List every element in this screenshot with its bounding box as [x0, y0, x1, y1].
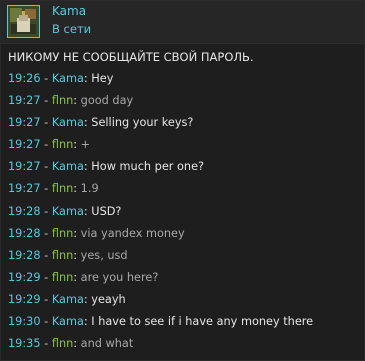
message-separator: - — [40, 160, 52, 174]
message-author[interactable]: Kama — [52, 293, 84, 306]
message-author[interactable]: Kama — [52, 160, 84, 173]
message-text: 1.9 — [80, 182, 99, 196]
message-author[interactable]: flnn — [52, 271, 73, 284]
message-time: 19:29 — [8, 270, 41, 284]
message-separator: - — [40, 116, 52, 130]
message-author[interactable]: flnn — [52, 182, 73, 195]
message-separator: - — [40, 337, 52, 351]
message-colon: : — [83, 292, 88, 306]
message-text: are you here? — [80, 270, 159, 284]
message-colon: : — [73, 270, 78, 284]
message-time: 19:27 — [8, 182, 41, 196]
message-colon: : — [83, 160, 88, 174]
chat-message: 19:30 - Kama: I have to see if i have an… — [8, 315, 360, 337]
message-separator: - — [40, 138, 52, 152]
message-text: good day — [80, 94, 134, 108]
message-author[interactable]: flnn — [52, 94, 73, 107]
chat-message: 19:28 - flnn: via yandex money — [8, 227, 360, 249]
chat-window: Kama В сети НИКОМУ НЕ СООБЩАЙТЕ СВОЙ ПАР… — [0, 0, 365, 361]
message-author[interactable]: flnn — [52, 138, 73, 151]
chat-message: 19:27 - Kama: Selling your keys? — [8, 116, 360, 138]
message-colon: : — [83, 204, 88, 218]
chat-message: 19:28 - flnn: yes, usd — [8, 249, 360, 271]
message-colon: : — [83, 315, 88, 329]
chat-message: 19:27 - Kama: How much per one? — [8, 160, 360, 182]
chat-message: 19:26 - Kama: Hey — [8, 72, 360, 94]
chat-header: Kama В сети — [1, 1, 364, 44]
message-colon: : — [73, 182, 78, 196]
chat-message: 19:28 - Kama: USD? — [8, 205, 360, 227]
message-list: 19:26 - Kama: Hey 19:27 - flnn: good day 1… — [8, 72, 360, 359]
message-colon: : — [73, 138, 78, 152]
message-author[interactable]: Kama — [52, 315, 84, 328]
message-text: I have to see if i have any money there — [91, 315, 314, 329]
message-separator: - — [40, 248, 52, 262]
message-separator: - — [40, 226, 52, 240]
message-time: 19:35 — [8, 337, 41, 351]
message-author[interactable]: Kama — [52, 116, 84, 129]
message-author[interactable]: flnn — [52, 227, 73, 240]
contact-name[interactable]: Kama — [52, 4, 86, 19]
message-time: 19:27 — [8, 94, 41, 108]
message-text: via yandex money — [80, 226, 185, 240]
message-time: 19:27 — [8, 138, 41, 152]
chat-message: 19:27 - flnn: 1.9 — [8, 182, 360, 204]
message-text: yeayh — [91, 292, 126, 306]
message-time: 19:28 — [8, 226, 41, 240]
message-author[interactable]: flnn — [52, 249, 73, 262]
message-author[interactable]: Kama — [52, 72, 84, 85]
message-separator: - — [40, 204, 52, 218]
message-time: 19:29 — [8, 292, 41, 306]
message-separator: - — [40, 292, 52, 306]
message-colon: : — [83, 72, 88, 85]
message-time: 19:26 — [8, 72, 41, 85]
message-time: 19:28 — [8, 204, 41, 218]
chat-message: 19:29 - Kama: yeayh — [8, 293, 360, 315]
message-text: USD? — [91, 204, 122, 218]
message-colon: : — [73, 337, 78, 351]
chat-message: 19:27 - flnn: + — [8, 138, 360, 160]
message-time: 19:30 — [8, 315, 41, 329]
message-author[interactable]: Kama — [52, 205, 84, 218]
message-text: How much per one? — [91, 160, 205, 174]
chat-message: 19:35 - flnn: and what — [8, 337, 360, 359]
message-separator: - — [40, 72, 52, 85]
message-text: Selling your keys? — [91, 116, 194, 130]
chat-message: 19:29 - flnn: are you here? — [8, 271, 360, 293]
message-text: + — [80, 138, 91, 152]
contact-status: В сети — [52, 22, 92, 36]
avatar[interactable] — [7, 5, 40, 38]
message-text: Hey — [91, 72, 114, 85]
message-author[interactable]: flnn — [52, 337, 73, 350]
message-separator: - — [40, 94, 52, 108]
message-time: 19:28 — [8, 248, 41, 262]
chat-message: 19:27 - flnn: good day — [8, 94, 360, 116]
message-separator: - — [40, 182, 52, 196]
message-text: and what — [80, 337, 134, 351]
message-separator: - — [40, 270, 52, 284]
message-colon: : — [73, 248, 78, 262]
message-time: 19:27 — [8, 160, 41, 174]
message-colon: : — [73, 94, 78, 108]
password-warning: НИКОМУ НЕ СООБЩАЙТЕ СВОЙ ПАРОЛЬ. — [8, 50, 254, 64]
message-time: 19:27 — [8, 116, 41, 130]
message-text: yes, usd — [80, 248, 128, 262]
message-separator: - — [40, 315, 52, 329]
message-colon: : — [83, 116, 88, 130]
message-colon: : — [73, 226, 78, 240]
